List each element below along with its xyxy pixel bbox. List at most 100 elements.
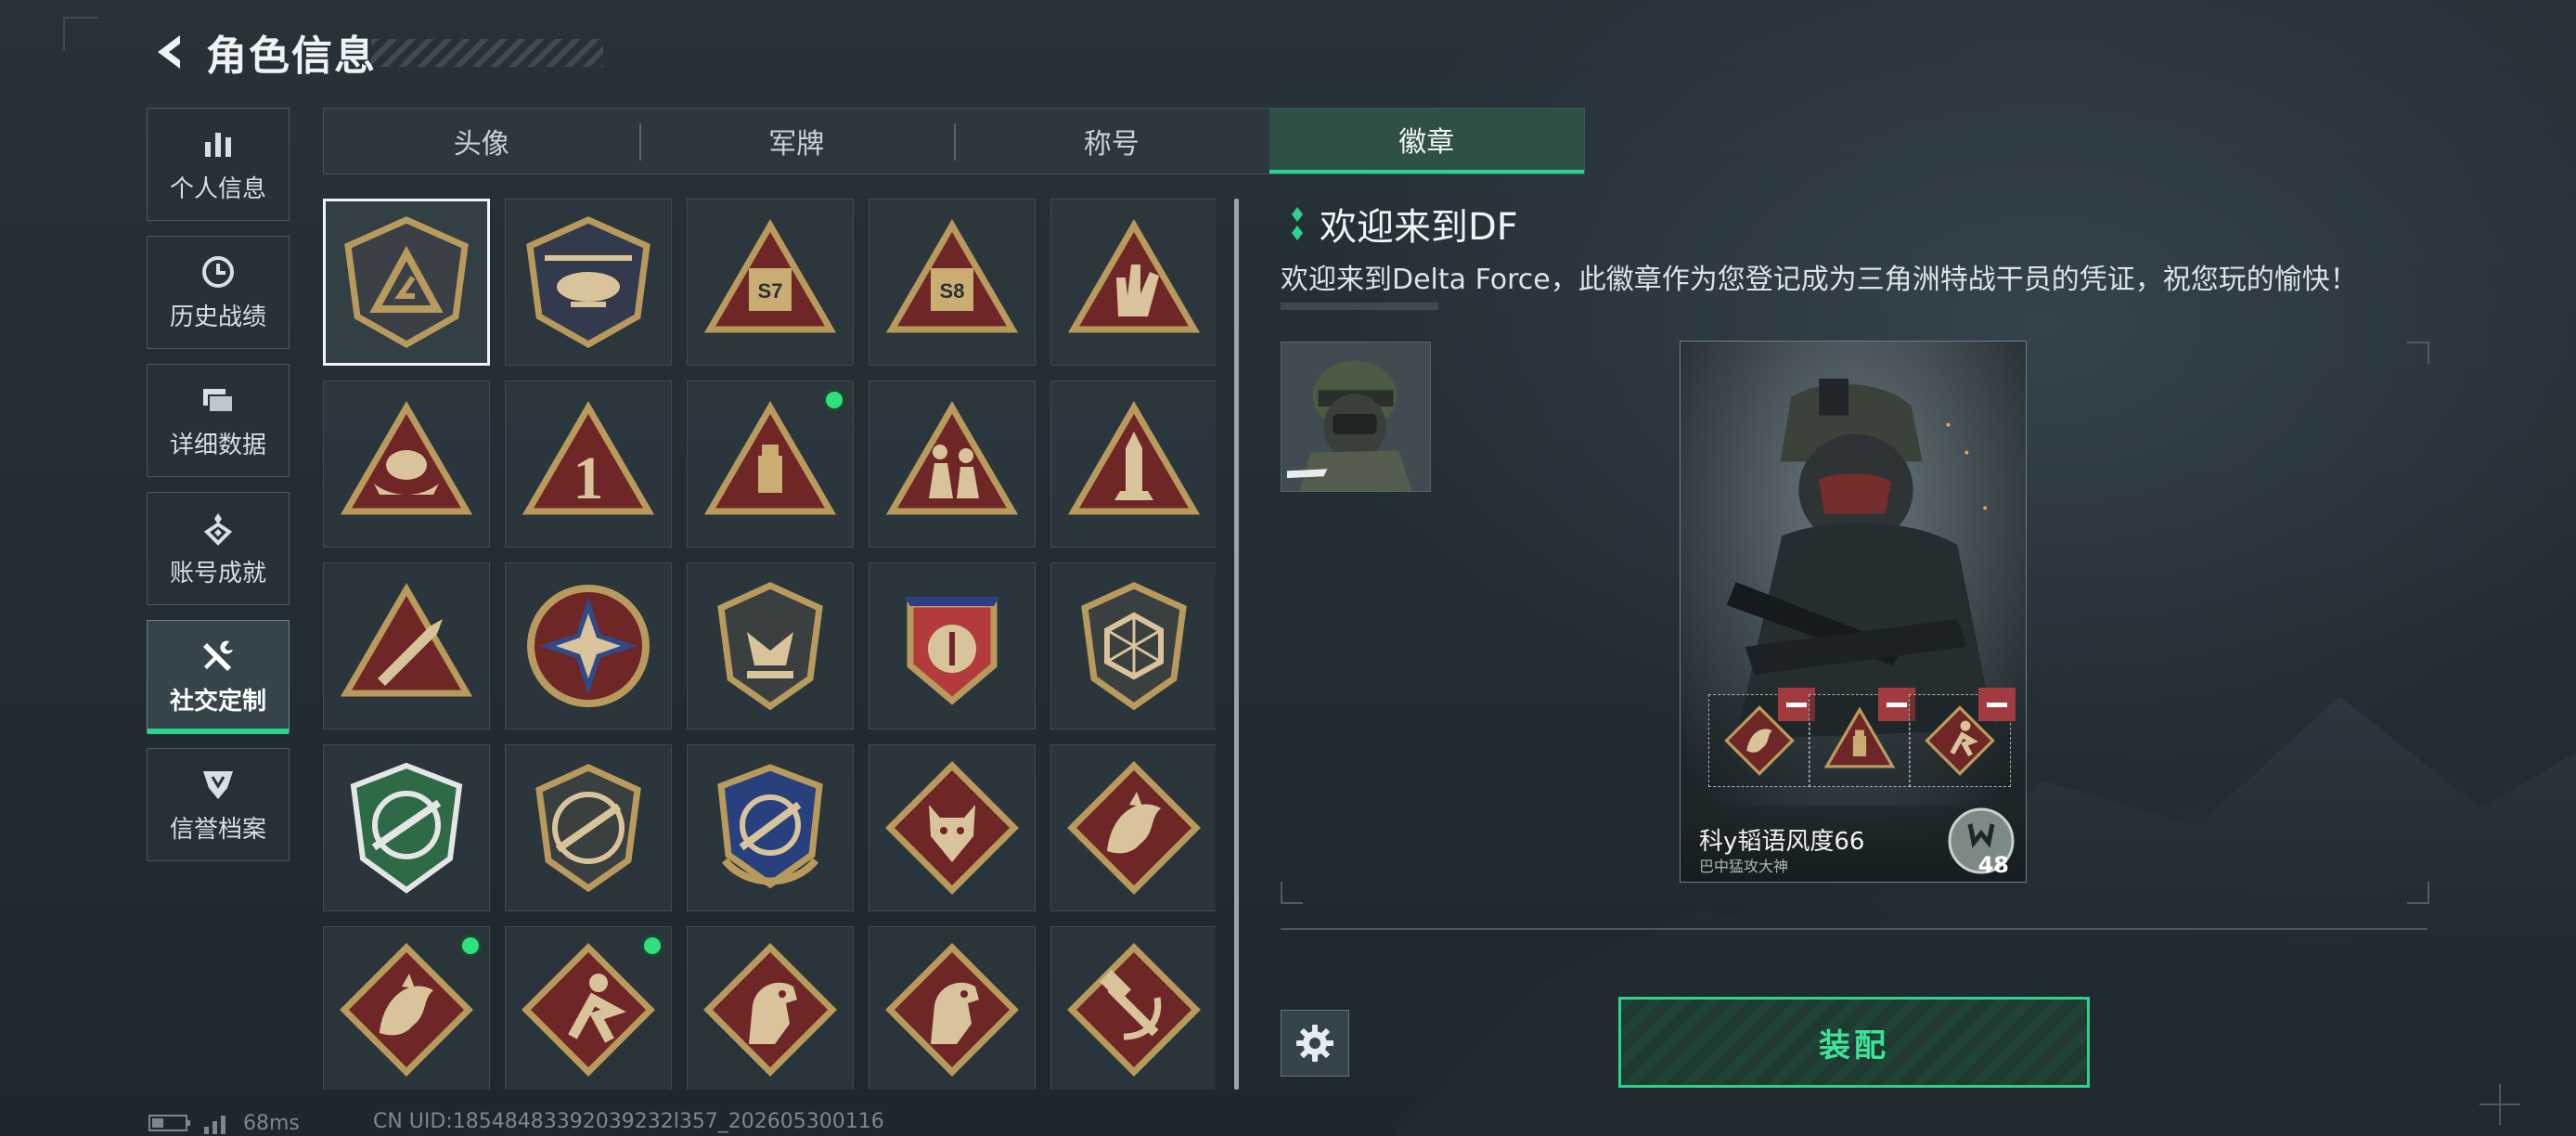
sidebar-item-label: 信誉档案 [169, 815, 266, 844]
s7-triangle-badge-icon: S7 [703, 219, 837, 333]
badge-cell[interactable] [323, 562, 490, 729]
badge-cell[interactable] [687, 926, 854, 1090]
player-card: 科y韬语风度66 巴中猛攻大神 48 [1680, 341, 2027, 883]
badge-cell[interactable]: S8 [869, 199, 1036, 366]
eagle-shield-badge-icon [717, 582, 823, 711]
badge-cell[interactable] [1050, 744, 1216, 911]
badge-cell[interactable] [1050, 562, 1216, 729]
boat-triangle-badge-icon [340, 401, 473, 515]
avatar[interactable] [1281, 342, 1431, 492]
tab-bar: 头像 军牌 称号 徽章 [323, 108, 1585, 174]
badge-cell[interactable] [687, 381, 854, 548]
badge-cell[interactable] [687, 562, 854, 729]
dragon-diamond-badge-icon [1067, 761, 1201, 895]
equipped-badge-slot[interactable] [1809, 688, 1915, 787]
sidebar-item-label: 历史战绩 [169, 303, 266, 331]
badge-cell[interactable] [869, 381, 1036, 548]
page-header: 角色信息 [148, 24, 377, 80]
svg-text:S8: S8 [940, 279, 965, 303]
usb-triangle-badge-icon [703, 401, 837, 515]
badge-cell[interactable] [1050, 381, 1216, 548]
wolf-diamond-badge-icon [885, 761, 1019, 895]
sidebar-item-label: 账号成就 [169, 559, 266, 587]
soldiers-triangle-badge-icon [885, 401, 1019, 515]
badge-cell[interactable] [323, 926, 490, 1090]
sidebar-item-label: 详细数据 [169, 431, 266, 459]
player-name: 科y韬语风度66 [1699, 828, 1865, 856]
title-stripes [371, 39, 603, 67]
sidebar-item-social[interactable]: 社交定制 [147, 620, 290, 734]
player-title: 巴中猛攻大神 [1699, 858, 1789, 875]
svg-text:S7: S7 [758, 279, 783, 303]
sidebar-item-reputation[interactable]: 信誉档案 [147, 748, 290, 861]
achievement-medal-icon [203, 512, 233, 546]
tab-avatar[interactable]: 头像 [324, 109, 639, 174]
gear-icon [1296, 1025, 1333, 1062]
corner-bracket [63, 17, 98, 50]
horse-diamond-badge-icon [703, 943, 837, 1077]
delta-shield-badge-icon [344, 216, 469, 349]
rifle-circle-badge-icon [535, 764, 641, 893]
equip-button[interactable]: 装配 [1618, 997, 2090, 1088]
number-one-badge-icon: 1 [522, 401, 655, 515]
equipped-badge-slot[interactable] [1708, 688, 1815, 787]
operator-portrait-icon [1681, 342, 2026, 882]
badge-cell[interactable] [323, 381, 490, 548]
badge-detail-header: 欢迎来到DF [1290, 197, 1518, 251]
new-indicator-dot [641, 935, 663, 957]
badge-cell[interactable] [505, 562, 672, 729]
badge-cell[interactable] [505, 199, 672, 366]
badge-cell[interactable] [687, 744, 854, 911]
rank-number: 48 [1977, 852, 2009, 878]
chevron-left-icon[interactable] [148, 30, 193, 74]
signal-icon [204, 1116, 225, 1134]
reputation-shield-icon [203, 770, 233, 799]
tab-badge[interactable]: 徽章 [1269, 109, 1584, 174]
equipped-badge-slot[interactable] [1909, 688, 2016, 787]
dragon-diamond-badge-icon [340, 943, 473, 1077]
sidebar-item-history[interactable]: 历史战绩 [147, 236, 290, 349]
corner-bracket [2407, 342, 2429, 364]
remove-badge-button[interactable] [1978, 688, 2016, 721]
page-title: 角色信息 [206, 32, 377, 80]
badge-cell[interactable]: 1 [505, 381, 672, 548]
bar-chart-icon [205, 132, 231, 157]
helicopter-badge-icon [526, 216, 650, 349]
sidebar-item-profile[interactable]: 个人信息 [147, 108, 290, 221]
tab-title[interactable]: 称号 [954, 109, 1269, 174]
badge-description: 欢迎来到Delta Force，此徽章作为您登记成为三角洲特战干员的凭证，祝您玩… [1281, 264, 2358, 296]
corner-bracket [1281, 882, 1303, 904]
hexagon-die-badge-icon [1081, 582, 1187, 711]
badge-cell[interactable] [1050, 199, 1216, 366]
badge-cell[interactable] [323, 199, 490, 366]
scrollbar[interactable] [1234, 199, 1239, 1090]
badge-cell[interactable]: S7 [687, 199, 854, 366]
badge-cell[interactable] [505, 744, 672, 911]
blue-rifle-crest-badge-icon [717, 764, 823, 889]
folder-stack-icon [203, 388, 234, 413]
rocket-triangle-badge-icon [1067, 401, 1201, 515]
new-indicator-dot [823, 389, 845, 411]
corner-bracket [2407, 882, 2429, 904]
horse-diamond-badge-icon [885, 943, 1019, 1077]
runner-diamond-badge-icon [522, 943, 655, 1077]
svg-text:1: 1 [573, 445, 604, 512]
divider [1281, 928, 2428, 930]
badge-cell[interactable] [505, 926, 672, 1090]
history-clock-icon [202, 255, 234, 288]
sidebar-item-achievements[interactable]: 账号成就 [147, 492, 290, 605]
tab-dogtag[interactable]: 军牌 [638, 109, 955, 174]
badge-cell[interactable] [323, 744, 490, 911]
badge-cell[interactable] [869, 562, 1036, 729]
settings-button[interactable] [1281, 1010, 1349, 1077]
wrench-screwdriver-icon [203, 640, 233, 671]
stars-crest-badge-icon [905, 597, 999, 705]
badge-cell[interactable] [869, 744, 1036, 911]
hand-sign-badge-icon [1067, 219, 1201, 333]
badge-cell[interactable] [869, 926, 1036, 1090]
sidebar-item-details[interactable]: 详细数据 [147, 364, 290, 477]
sidebar-item-label: 个人信息 [169, 174, 266, 203]
new-indicator-dot [459, 935, 482, 957]
sidebar-item-label: 社交定制 [169, 687, 266, 716]
badge-cell[interactable] [1050, 926, 1216, 1090]
